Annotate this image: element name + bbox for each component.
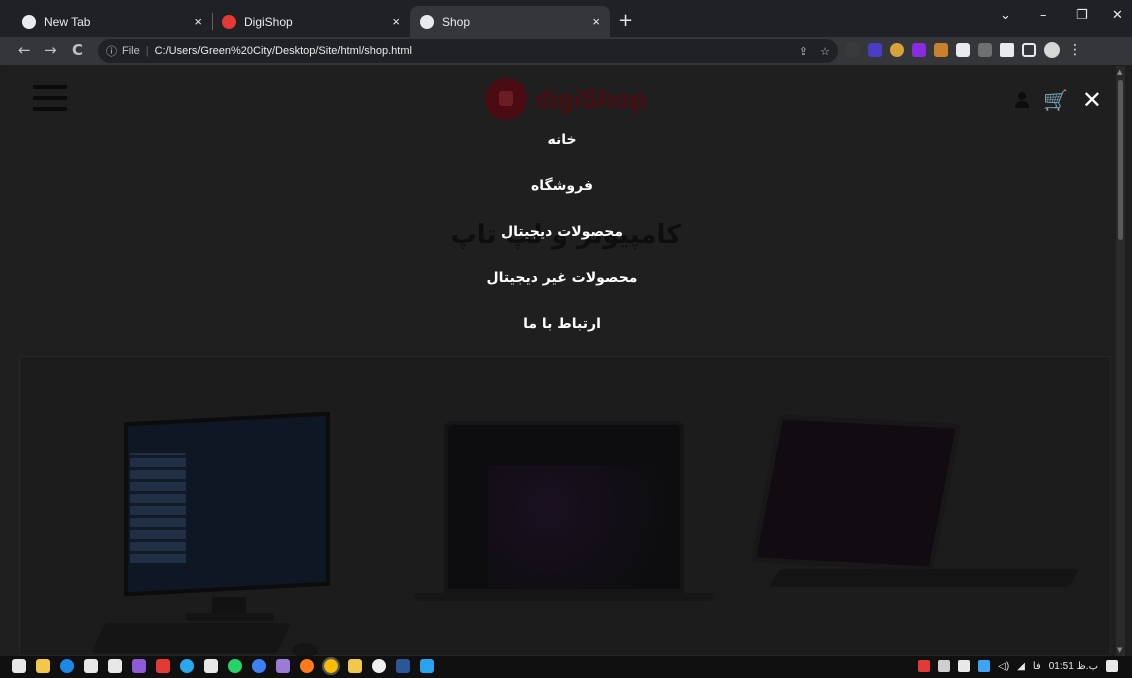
puzzle-extensions-icon[interactable] (1000, 43, 1014, 57)
menu-item-shop[interactable]: فروشگاه (7, 172, 1117, 218)
windows-start-icon[interactable] (12, 659, 26, 673)
site-info-icon[interactable]: ⓘ (106, 43, 117, 59)
new-tab-button[interactable]: + (618, 10, 633, 31)
notepad-icon[interactable] (204, 659, 218, 673)
tab-close-icon[interactable]: × (592, 14, 600, 29)
address-bar[interactable]: ⓘ File | C:/Users/Green%20City/Desktop/S… (98, 39, 838, 63)
notifications-icon[interactable] (1106, 660, 1118, 672)
extension-icon[interactable] (956, 43, 970, 57)
tab-title: Shop (442, 14, 471, 29)
app-icon[interactable] (252, 659, 266, 673)
volume-icon[interactable]: ◁) (998, 661, 1009, 672)
globe-icon (420, 14, 434, 29)
browser-tab-strip: New Tab × DigiShop × Shop × + ⌄ – ❐ ✕ (0, 0, 1132, 37)
tab-new-tab[interactable]: New Tab × (12, 6, 212, 37)
products-showcase (19, 356, 1111, 656)
browser-menu-icon[interactable]: ⋮ (1068, 42, 1082, 58)
menu-item-home[interactable]: خانه (7, 126, 1117, 172)
extensions-area: ⋮ (846, 42, 1082, 58)
side-panel-icon[interactable] (1022, 43, 1036, 57)
digishop-favicon-icon (222, 14, 236, 29)
scroll-down-arrow-icon[interactable]: ▼ (1117, 646, 1122, 654)
clock[interactable]: 01:51 ب.ظ (1049, 661, 1098, 672)
tab-search-icon[interactable]: ⌄ (1000, 8, 1011, 23)
extension-icon[interactable] (934, 43, 948, 57)
reload-button[interactable]: C (72, 41, 83, 59)
minimize-button[interactable]: – (1040, 8, 1047, 23)
word-icon[interactable] (396, 659, 410, 673)
macbook-image[interactable] (750, 414, 1080, 587)
system-tray: ◁) ◢ فا 01:51 ب.ظ (918, 660, 1118, 672)
tray-app-icon[interactable] (958, 660, 971, 672)
menu-item-non-digital-products[interactable]: محصولات غیر دیجیتال (7, 264, 1117, 310)
telegram-icon[interactable] (180, 659, 194, 673)
forward-button[interactable]: → (44, 41, 57, 59)
app-icon[interactable] (372, 659, 386, 673)
tray-app-icon[interactable] (918, 660, 931, 672)
logo-text: digiShop (535, 83, 647, 114)
tab-title: DigiShop (244, 14, 293, 29)
firefox-icon[interactable] (300, 659, 314, 673)
share-icon[interactable]: ⇪ (799, 45, 808, 58)
url-text[interactable]: C:/Users/Green%20City/Desktop/Site/html/… (155, 45, 412, 57)
tab-title: New Tab (44, 14, 91, 29)
page-viewport: digiShop 🛒 ✕ کامپیوتر و لپ تاپ خانه فروش… (7, 66, 1125, 656)
extension-icon[interactable] (912, 43, 926, 57)
taskbar-apps (12, 657, 434, 675)
language-indicator[interactable]: فا (1033, 661, 1041, 672)
laptop-image[interactable] (414, 421, 714, 601)
chrome-taskbar-icon[interactable] (322, 657, 340, 675)
mail-icon[interactable] (108, 659, 122, 673)
tab-digishop[interactable]: DigiShop × (212, 6, 410, 37)
tab-close-icon[interactable]: × (392, 14, 400, 29)
tab-close-icon[interactable]: × (194, 14, 202, 29)
profile-avatar[interactable] (1044, 42, 1060, 58)
whatsapp-icon[interactable] (228, 659, 242, 673)
extension-icon[interactable] (846, 43, 860, 57)
store-icon[interactable] (84, 659, 98, 673)
menu-item-contact-us[interactable]: ارتباط با ما (7, 310, 1117, 356)
hamburger-menu-icon[interactable] (33, 85, 67, 111)
scheme-label: File (122, 45, 140, 57)
back-button[interactable]: ← (18, 41, 31, 59)
menu-item-digital-products[interactable]: محصولات دیجیتال (7, 218, 1117, 264)
windows-taskbar: ◁) ◢ فا 01:51 ب.ظ (0, 656, 1132, 678)
scroll-up-arrow-icon[interactable]: ▲ (1117, 68, 1122, 76)
vscode-icon[interactable] (420, 659, 434, 673)
tray-app-icon[interactable] (978, 660, 991, 672)
tab-shop[interactable]: Shop × (410, 6, 610, 37)
close-menu-icon[interactable]: ✕ (1082, 88, 1102, 112)
site-logo[interactable]: digiShop (485, 78, 646, 120)
page-scrollbar[interactable]: ▲ ▼ (1116, 66, 1125, 656)
overlay-menu: خانه فروشگاه محصولات دیجیتال محصولات غیر… (7, 126, 1117, 356)
tray-app-icon[interactable] (938, 660, 951, 672)
network-icon[interactable]: ◢ (1017, 661, 1025, 672)
edge-icon[interactable] (60, 659, 74, 673)
extension-icon[interactable] (890, 43, 904, 57)
youtube-icon[interactable] (156, 659, 170, 673)
file-explorer-icon[interactable] (36, 659, 50, 673)
omnibox-divider: | (145, 45, 149, 57)
browser-toolbar: ← → C ⓘ File | C:/Users/Green%20City/Des… (0, 37, 1132, 65)
bookmark-star-icon[interactable]: ☆ (820, 45, 830, 58)
header-actions: 🛒 ✕ (1015, 88, 1102, 112)
scroll-thumb[interactable] (1118, 80, 1123, 240)
chrome-icon (22, 14, 36, 29)
extension-icon[interactable] (978, 43, 992, 57)
shopping-bag-icon (485, 78, 527, 120)
app-icon[interactable] (276, 659, 290, 673)
app-icon[interactable] (348, 659, 362, 673)
visual-studio-icon[interactable] (132, 659, 146, 673)
extension-icon[interactable] (868, 43, 882, 57)
user-icon[interactable] (1015, 92, 1029, 108)
cart-icon[interactable]: 🛒 (1043, 88, 1068, 112)
close-window-button[interactable]: ✕ (1112, 8, 1123, 23)
restore-button[interactable]: ❐ (1076, 8, 1088, 23)
